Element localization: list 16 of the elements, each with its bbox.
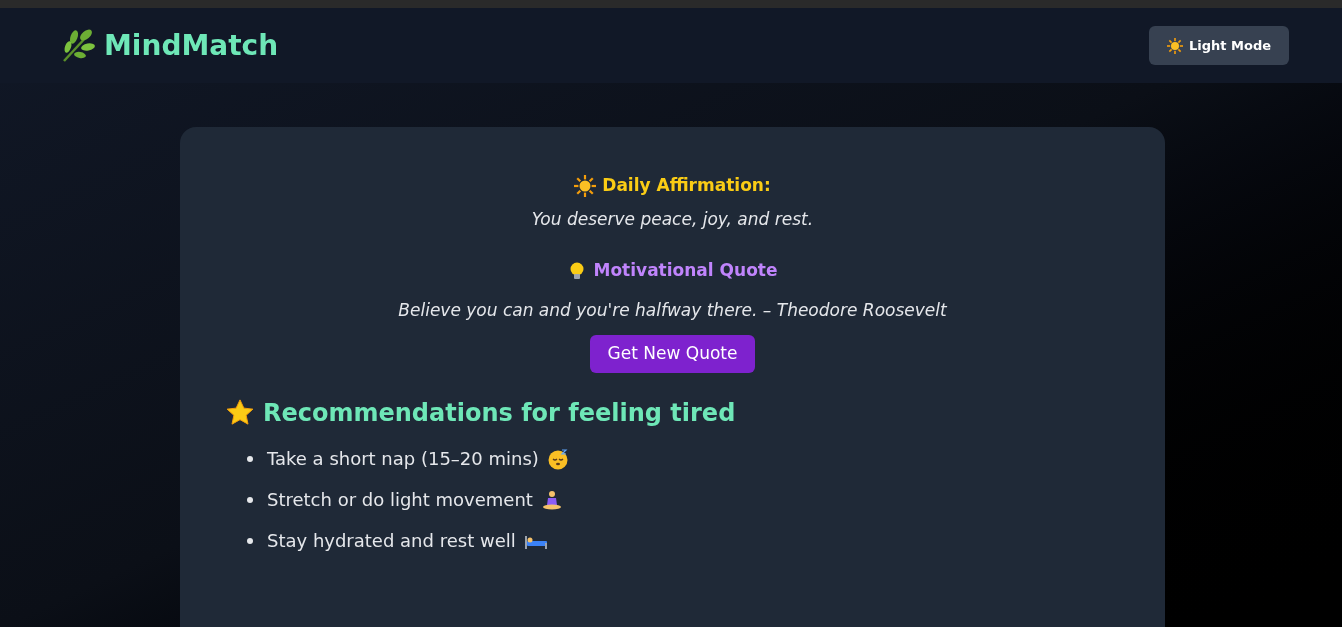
new-quote-button[interactable]: Get New Quote: [589, 335, 756, 373]
recommendation-text: Stretch or do light movement: [267, 488, 533, 512]
quote-text: Believe you can and you're halfway there. – Theodore Roosevelt: [398, 298, 947, 322]
affirmation-title: Daily Affirmation:: [602, 174, 771, 197]
recommendations-heading: Recommendations for feeling tired: [263, 398, 736, 429]
recommendation-text: Stay hydrated and rest well: [267, 529, 516, 553]
app-logo: MindMatch: [104, 27, 279, 64]
quote-title: Motivational Quote: [593, 259, 778, 282]
sleepy-face-icon: [546, 447, 569, 470]
meditating-person-icon: [540, 488, 563, 511]
theme-toggle-button[interactable]: Light Mode: [1148, 26, 1289, 65]
affirmation-text: You deserve peace, joy, and rest.: [531, 207, 814, 231]
recommendation-text: Take a short nap (15–20 mins): [267, 447, 539, 471]
sun-icon: [1166, 37, 1183, 54]
sun-icon: [574, 174, 597, 197]
star-icon: [225, 398, 255, 428]
